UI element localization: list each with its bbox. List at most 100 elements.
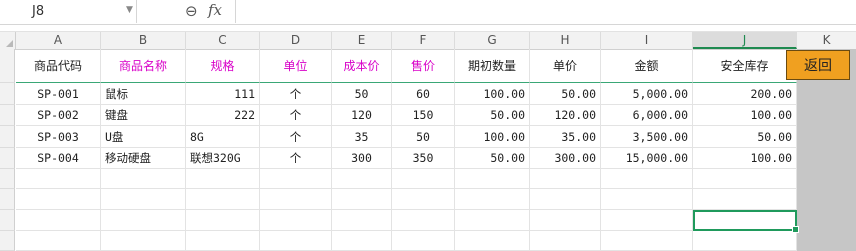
cell-unit[interactable]: 个 <box>260 83 332 105</box>
cell-name[interactable]: 键盘 <box>101 105 186 126</box>
empty-cell[interactable] <box>186 210 260 231</box>
empty-cell[interactable] <box>260 169 332 189</box>
header-unit[interactable]: 单位 <box>260 49 332 83</box>
row-header[interactable] <box>0 231 15 251</box>
row-header[interactable] <box>0 210 15 231</box>
empty-cell[interactable] <box>455 210 530 231</box>
selected-cell[interactable] <box>693 210 799 233</box>
row-header[interactable] <box>0 126 15 148</box>
cell-unit-price[interactable]: 300.00 <box>530 148 601 169</box>
empty-cell[interactable] <box>332 189 392 210</box>
empty-cell[interactable] <box>455 189 530 210</box>
column-header-c[interactable]: C <box>186 32 260 49</box>
empty-cell[interactable] <box>186 169 260 189</box>
column-header-g[interactable]: G <box>455 32 530 49</box>
cell-amount[interactable]: 3,500.00 <box>601 126 693 148</box>
cell-name[interactable]: U盘 <box>101 126 186 148</box>
empty-cell[interactable] <box>101 169 186 189</box>
header-safety-stock[interactable]: 安全库存 <box>693 49 797 83</box>
cell-name[interactable]: 鼠标 <box>101 83 186 105</box>
header-amount[interactable]: 金额 <box>601 49 693 83</box>
cell-spec[interactable]: 联想320G <box>186 148 260 169</box>
column-header-j[interactable]: J <box>693 32 797 49</box>
empty-cell[interactable] <box>332 231 392 251</box>
cell-unit[interactable]: 个 <box>260 126 332 148</box>
formula-input[interactable] <box>240 0 850 23</box>
empty-cell[interactable] <box>186 189 260 210</box>
cell-spec[interactable]: 8G <box>186 126 260 148</box>
empty-cell[interactable] <box>601 169 693 189</box>
cell-unit[interactable]: 个 <box>260 148 332 169</box>
empty-cell[interactable] <box>16 189 101 210</box>
empty-cell[interactable] <box>16 231 101 251</box>
empty-cell[interactable] <box>260 189 332 210</box>
cell-cost[interactable]: 50 <box>332 83 392 105</box>
name-box[interactable]: J8 ▼ <box>0 0 137 23</box>
empty-cell[interactable] <box>186 231 260 251</box>
chevron-down-icon[interactable]: ▼ <box>126 5 133 15</box>
cell-unit-price[interactable]: 35.00 <box>530 126 601 148</box>
empty-cell[interactable] <box>530 189 601 210</box>
row-header[interactable] <box>0 105 15 126</box>
column-header-e[interactable]: E <box>332 32 392 49</box>
empty-cell[interactable] <box>392 231 455 251</box>
cell-safety-stock[interactable]: 100.00 <box>693 105 797 126</box>
row-header[interactable] <box>0 189 15 210</box>
column-header-b[interactable]: B <box>101 32 186 49</box>
cell-spec[interactable]: 111 <box>186 83 260 105</box>
cell-unit-price[interactable]: 120.00 <box>530 105 601 126</box>
header-sale-price[interactable]: 售价 <box>392 49 455 83</box>
empty-cell[interactable] <box>530 169 601 189</box>
cell-amount[interactable]: 6,000.00 <box>601 105 693 126</box>
empty-cell[interactable] <box>260 231 332 251</box>
empty-cell[interactable] <box>530 231 601 251</box>
select-all-corner[interactable] <box>0 32 16 49</box>
row-header[interactable] <box>0 49 15 83</box>
column-header-a[interactable]: A <box>16 32 101 49</box>
empty-cell[interactable] <box>392 169 455 189</box>
column-header-f[interactable]: F <box>392 32 455 49</box>
cell-name[interactable]: 移动硬盘 <box>101 148 186 169</box>
zoom-icon[interactable]: ⊖ <box>185 2 198 20</box>
cell-cost[interactable]: 120 <box>332 105 392 126</box>
header-spec[interactable]: 规格 <box>186 49 260 83</box>
row-header[interactable] <box>0 83 15 105</box>
cell-amount[interactable]: 15,000.00 <box>601 148 693 169</box>
empty-cell[interactable] <box>601 210 693 231</box>
empty-cell[interactable] <box>601 231 693 251</box>
column-header-h[interactable]: H <box>530 32 601 49</box>
header-product-code[interactable]: 商品代码 <box>16 49 101 83</box>
cell-cost[interactable]: 300 <box>332 148 392 169</box>
cell-spec[interactable]: 222 <box>186 105 260 126</box>
cell-price[interactable]: 50 <box>392 126 455 148</box>
header-product-name[interactable]: 商品名称 <box>101 49 186 83</box>
cell-code[interactable]: SP-003 <box>16 126 101 148</box>
empty-cell[interactable] <box>392 210 455 231</box>
row-header[interactable] <box>0 148 15 169</box>
empty-cell[interactable] <box>101 189 186 210</box>
cell-unit-price[interactable]: 50.00 <box>530 83 601 105</box>
cell-qty[interactable]: 100.00 <box>455 126 530 148</box>
cell-qty[interactable]: 100.00 <box>455 83 530 105</box>
cell-safety-stock[interactable]: 50.00 <box>693 126 797 148</box>
column-header-k[interactable]: K <box>797 32 856 49</box>
empty-cell[interactable] <box>392 189 455 210</box>
empty-cell[interactable] <box>693 169 797 189</box>
empty-cell[interactable] <box>693 231 797 251</box>
empty-cell[interactable] <box>601 189 693 210</box>
cell-safety-stock[interactable]: 200.00 <box>693 83 797 105</box>
cell-code[interactable]: SP-002 <box>16 105 101 126</box>
cell-qty[interactable]: 50.00 <box>455 105 530 126</box>
cell-price[interactable]: 150 <box>392 105 455 126</box>
empty-cell[interactable] <box>693 189 797 210</box>
fill-handle[interactable] <box>792 226 799 233</box>
header-unit-price[interactable]: 单价 <box>530 49 601 83</box>
cell-unit[interactable]: 个 <box>260 105 332 126</box>
row-header[interactable] <box>0 169 15 189</box>
cell-cost[interactable]: 35 <box>332 126 392 148</box>
empty-cell[interactable] <box>16 210 101 231</box>
cell-price[interactable]: 350 <box>392 148 455 169</box>
empty-cell[interactable] <box>455 231 530 251</box>
column-header-d[interactable]: D <box>260 32 332 49</box>
cell-code[interactable]: SP-001 <box>16 83 101 105</box>
